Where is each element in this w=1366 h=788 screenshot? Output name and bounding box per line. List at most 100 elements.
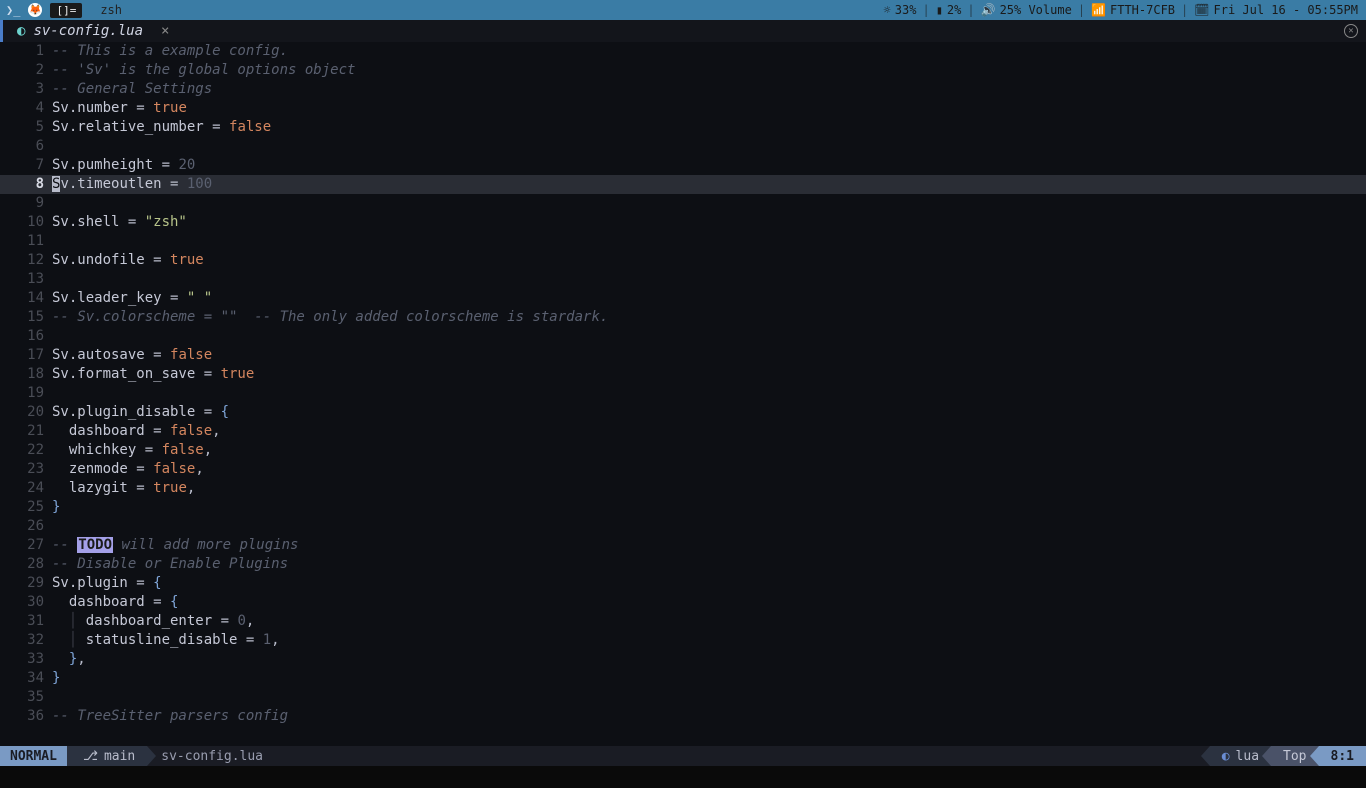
code-content: Sv.pumheight = 20 <box>52 156 195 175</box>
code-line[interactable]: 5Sv.relative_number = false <box>0 118 1366 137</box>
lua-file-icon: ◐ <box>17 23 25 39</box>
line-number: 25 <box>0 498 52 517</box>
code-content: -- TreeSitter parsers config <box>52 707 288 726</box>
code-line[interactable]: 3-- General Settings <box>0 80 1366 99</box>
battery-value: 2% <box>947 3 961 17</box>
code-line[interactable]: 2-- 'Sv' is the global options object <box>0 61 1366 80</box>
branch-name: main <box>104 749 135 764</box>
tab-close-icon[interactable]: × <box>161 23 169 39</box>
line-number: 7 <box>0 156 52 175</box>
code-content: -- 'Sv' is the global options object <box>52 61 355 80</box>
code-content: }, <box>52 650 86 669</box>
code-line[interactable]: 34} <box>0 669 1366 688</box>
code-content: Sv.plugin = { <box>52 574 162 593</box>
code-content: whichkey = false, <box>52 441 212 460</box>
line-number: 30 <box>0 593 52 612</box>
code-line[interactable]: 8Sv.timeoutlen = 100 <box>0 175 1366 194</box>
line-number: 23 <box>0 460 52 479</box>
code-line[interactable]: 28-- Disable or Enable Plugins <box>0 555 1366 574</box>
wifi-ssid: FTTH-7CFB <box>1110 3 1175 17</box>
line-number: 4 <box>0 99 52 118</box>
code-content: Sv.plugin_disable = { <box>52 403 229 422</box>
git-branch: ⎇ main <box>67 746 147 766</box>
code-line[interactable]: 30 dashboard = { <box>0 593 1366 612</box>
tab-active[interactable]: ◐ sv-config.lua × <box>9 23 177 39</box>
firefox-icon[interactable]: 🦊 <box>28 3 42 17</box>
code-line[interactable]: 11 <box>0 232 1366 251</box>
volume-value: 25% Volume <box>1000 3 1072 17</box>
lua-icon: ◐ <box>1222 749 1230 764</box>
code-line[interactable]: 1-- This is a example config. <box>0 42 1366 61</box>
tab-filename: sv-config.lua <box>33 23 143 39</box>
volume-widget[interactable]: 🔊 25% Volume <box>981 3 1072 17</box>
code-line[interactable]: 6 <box>0 137 1366 156</box>
line-number: 34 <box>0 669 52 688</box>
code-line[interactable]: 22 whichkey = false, <box>0 441 1366 460</box>
battery-widget[interactable]: ▮ 2% <box>936 3 962 17</box>
code-line[interactable]: 16 <box>0 327 1366 346</box>
line-number: 12 <box>0 251 52 270</box>
workspace-indicator[interactable]: []= <box>50 3 82 18</box>
code-line[interactable]: 14Sv.leader_key = " " <box>0 289 1366 308</box>
system-topbar: ❯_ 🦊 []= zsh ☼ 33% | ▮ 2% | 🔊 25% Volume… <box>0 0 1366 20</box>
wifi-widget[interactable]: 📶 FTTH-7CFB <box>1091 3 1175 17</box>
code-content: -- This is a example config. <box>52 42 288 61</box>
code-line[interactable]: 12Sv.undofile = true <box>0 251 1366 270</box>
code-line[interactable]: 18Sv.format_on_save = true <box>0 365 1366 384</box>
code-line[interactable]: 27-- TODO will add more plugins <box>0 536 1366 555</box>
line-number: 13 <box>0 270 52 289</box>
code-line[interactable]: 35 <box>0 688 1366 707</box>
brightness-value: 33% <box>895 3 917 17</box>
line-number: 16 <box>0 327 52 346</box>
filetype-text: lua <box>1236 749 1259 764</box>
code-line[interactable]: 10Sv.shell = "zsh" <box>0 213 1366 232</box>
line-number: 14 <box>0 289 52 308</box>
editor-viewport[interactable]: 1-- This is a example config.2-- 'Sv' is… <box>0 42 1366 746</box>
code-line[interactable]: 15-- Sv.colorscheme = "" -- The only add… <box>0 308 1366 327</box>
code-line[interactable]: 13 <box>0 270 1366 289</box>
code-content: -- Disable or Enable Plugins <box>52 555 288 574</box>
code-line[interactable]: 29Sv.plugin = { <box>0 574 1366 593</box>
code-line[interactable]: 36-- TreeSitter parsers config <box>0 707 1366 726</box>
brightness-widget[interactable]: ☼ 33% <box>884 3 917 17</box>
code-line[interactable]: 31 │ dashboard_enter = 0, <box>0 612 1366 631</box>
line-number: 27 <box>0 536 52 555</box>
line-number: 10 <box>0 213 52 232</box>
editor-tabline: ◐ sv-config.lua × ✕ <box>0 20 1366 42</box>
code-content: Sv.timeoutlen = 100 <box>52 175 212 194</box>
clock-widget[interactable]: 🗓 Fri Jul 16 - 05:55PM <box>1194 3 1358 17</box>
code-line[interactable]: 21 dashboard = false, <box>0 422 1366 441</box>
code-content: } <box>52 669 60 688</box>
tabline-close-all-icon[interactable]: ✕ <box>1344 24 1358 38</box>
line-number: 18 <box>0 365 52 384</box>
code-line[interactable]: 9 <box>0 194 1366 213</box>
line-number: 3 <box>0 80 52 99</box>
code-line[interactable]: 20Sv.plugin_disable = { <box>0 403 1366 422</box>
code-line[interactable]: 23 zenmode = false, <box>0 460 1366 479</box>
line-number: 22 <box>0 441 52 460</box>
code-content: lazygit = true, <box>52 479 195 498</box>
code-line[interactable]: 33 }, <box>0 650 1366 669</box>
code-content: Sv.relative_number = false <box>52 118 271 137</box>
code-content: │ dashboard_enter = 0, <box>52 612 254 631</box>
line-number: 28 <box>0 555 52 574</box>
code-content: dashboard = { <box>52 593 178 612</box>
code-line[interactable]: 26 <box>0 517 1366 536</box>
line-number: 29 <box>0 574 52 593</box>
terminal-icon: ❯_ <box>6 3 20 17</box>
code-content: -- General Settings <box>52 80 212 99</box>
code-content: │ statusline_disable = 1, <box>52 631 280 650</box>
line-number: 9 <box>0 194 52 213</box>
code-line[interactable]: 25} <box>0 498 1366 517</box>
code-content: -- Sv.colorscheme = "" -- The only added… <box>52 308 608 327</box>
code-line[interactable]: 19 <box>0 384 1366 403</box>
code-line[interactable]: 24 lazygit = true, <box>0 479 1366 498</box>
code-line[interactable]: 7Sv.pumheight = 20 <box>0 156 1366 175</box>
statusline: NORMAL ⎇ main sv-config.lua ◐ lua Top 8:… <box>0 746 1366 766</box>
code-line[interactable]: 32 │ statusline_disable = 1, <box>0 631 1366 650</box>
code-line[interactable]: 17Sv.autosave = false <box>0 346 1366 365</box>
code-line[interactable]: 4Sv.number = true <box>0 99 1366 118</box>
line-number: 20 <box>0 403 52 422</box>
line-number: 6 <box>0 137 52 156</box>
line-number: 32 <box>0 631 52 650</box>
